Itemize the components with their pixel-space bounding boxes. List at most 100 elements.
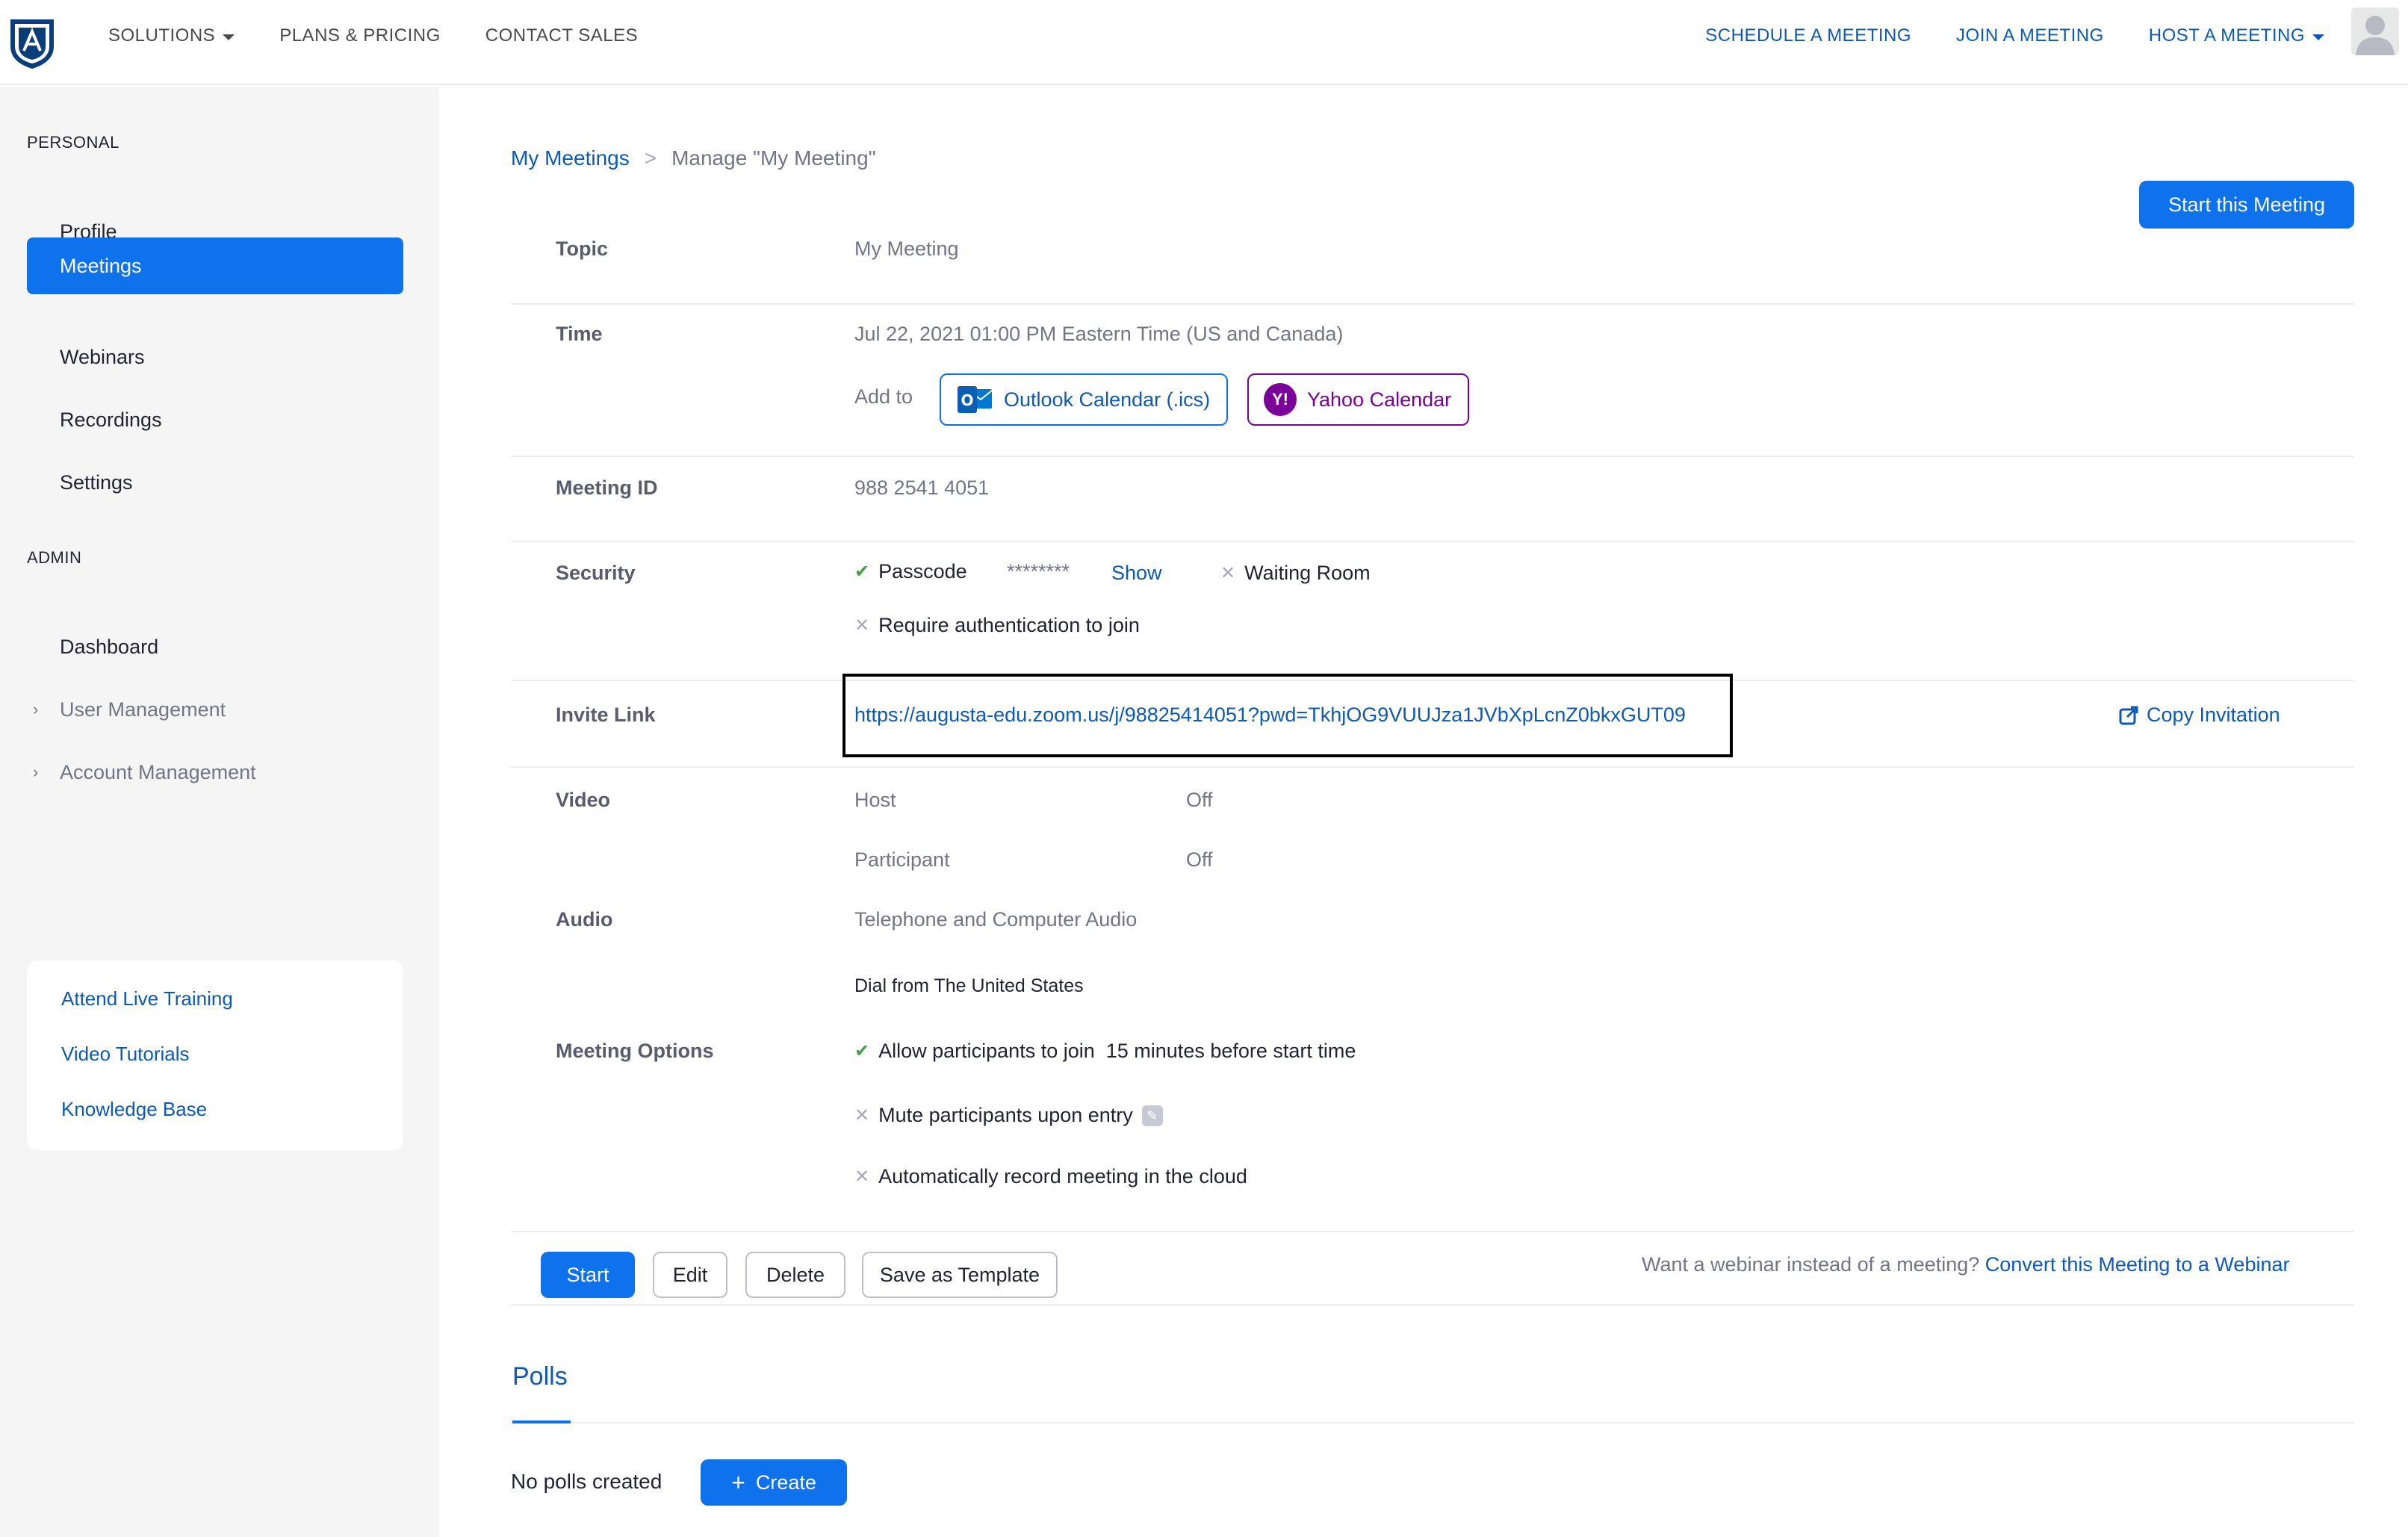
sidebar-item-settings[interactable]: Settings (27, 454, 403, 511)
passcode-mask: ******** (1007, 560, 1070, 583)
chevron-right-icon: › (33, 700, 39, 718)
check-icon: ✔ (854, 1041, 870, 1061)
delete-button[interactable]: Delete (745, 1252, 845, 1298)
divider (511, 303, 2354, 305)
option-join-before-label: Allow participants to join 15 minutes be… (878, 1040, 1356, 1062)
close-icon: ✕ (854, 1105, 870, 1125)
nav-join-meeting[interactable]: JOIN A MEETING (1956, 25, 2104, 46)
svg-text:O: O (961, 391, 973, 409)
link-video-tutorials[interactable]: Video Tutorials (61, 1043, 190, 1066)
sidebar-item-recordings[interactable]: Recordings (27, 391, 403, 448)
sidebar-heading-personal: PERSONAL (27, 133, 120, 152)
sidebar: PERSONAL Profile Meetings Webinars Recor… (0, 87, 439, 1537)
meeting-id-label: Meeting ID (556, 476, 658, 499)
sidebar-item-dashboard[interactable]: Dashboard (27, 618, 403, 675)
breadcrumb: My Meetings > Manage "My Meeting" (511, 146, 876, 170)
copy-invitation-link[interactable]: Copy Invitation (2118, 704, 2280, 727)
nav-contact-sales[interactable]: CONTACT SALES (485, 25, 638, 46)
link-attend-live-training[interactable]: Attend Live Training (61, 987, 233, 1010)
sidebar-item-account-management[interactable]: › Account Management (27, 744, 403, 801)
chevron-right-icon: › (33, 763, 39, 781)
add-to-label: Add to (854, 385, 913, 408)
webinar-hint-text: Want a webinar instead of a meeting? (1642, 1253, 1980, 1276)
edit-button[interactable]: Edit (653, 1252, 727, 1298)
university-logo[interactable] (7, 16, 57, 70)
start-this-meeting-button[interactable]: Start this Meeting (2139, 181, 2354, 229)
topic-value: My Meeting (854, 237, 959, 260)
video-host-value: Off (1186, 789, 1213, 811)
close-icon: ✕ (854, 1167, 870, 1187)
save-as-template-button[interactable]: Save as Template (862, 1252, 1058, 1298)
waiting-room-row: ✕ Waiting Room (1220, 562, 1371, 585)
start-button[interactable]: Start (541, 1252, 635, 1298)
video-label: Video (556, 789, 611, 811)
divider (511, 541, 2354, 542)
tab-bar-line (511, 1422, 2354, 1423)
yahoo-calendar-label: Yahoo Calendar (1307, 388, 1452, 411)
nav-plans-pricing[interactable]: PLANS & PRICING (279, 25, 441, 46)
main-content: My Meetings > Manage "My Meeting" Start … (439, 87, 2408, 1537)
show-passcode-link[interactable]: Show (1111, 562, 1162, 585)
divider (511, 1231, 2354, 1232)
topic-label: Topic (556, 237, 608, 260)
plus-icon: + (731, 1469, 745, 1496)
outlook-calendar-button[interactable]: O Outlook Calendar (.ics) (940, 373, 1229, 426)
breadcrumb-current: Manage "My Meeting" (671, 146, 876, 170)
video-participant-label: Participant (854, 848, 950, 871)
divider (511, 1304, 2354, 1305)
create-poll-button[interactable]: + Create (701, 1459, 847, 1506)
option-mute-on-entry: ✕ Mute participants upon entry ✎ (854, 1104, 1163, 1127)
passcode-label: Passcode (878, 560, 967, 583)
avatar[interactable] (2351, 7, 2399, 55)
external-link-icon (2119, 706, 2138, 724)
passcode-row: ✔ Passcode (854, 560, 967, 583)
option-record-label: Automatically record meeting in the clou… (878, 1165, 1247, 1187)
waiting-room-label: Waiting Room (1244, 562, 1371, 584)
time-label: Time (556, 323, 603, 345)
dial-from-text: Dial from The United States (854, 975, 1084, 996)
sidebar-item-webinars[interactable]: Webinars (27, 329, 403, 385)
webinar-hint: Want a webinar instead of a meeting? Con… (1642, 1253, 2289, 1276)
time-value: Jul 22, 2021 01:00 PM Eastern Time (US a… (854, 323, 1344, 345)
nav-host-meeting[interactable]: HOST A MEETING (2149, 25, 2324, 46)
video-participant-value: Off (1186, 848, 1213, 871)
sidebar-heading-admin: ADMIN (27, 548, 82, 567)
divider (511, 456, 2354, 457)
option-mute-label: Mute participants upon entry (878, 1104, 1133, 1126)
chevron-down-icon (2312, 34, 2324, 40)
nav-solutions[interactable]: SOLUTIONS (108, 25, 235, 46)
require-auth-row: ✕ Require authentication to join (854, 614, 1140, 637)
convert-to-webinar-link[interactable]: Convert this Meeting to a Webinar (1985, 1253, 2290, 1276)
option-auto-record: ✕ Automatically record meeting in the cl… (854, 1165, 1247, 1188)
close-icon: ✕ (1220, 563, 1236, 583)
outlook-icon: O (956, 383, 993, 416)
meeting-id-value: 988 2541 4051 (854, 476, 990, 499)
invite-link-url[interactable]: https://augusta-edu.zoom.us/j/9882541405… (854, 704, 1686, 727)
breadcrumb-my-meetings[interactable]: My Meetings (511, 146, 630, 170)
help-card: Attend Live Training Video Tutorials Kno… (27, 960, 403, 1150)
audio-label: Audio (556, 908, 613, 931)
copy-invitation-label: Copy Invitation (2147, 704, 2280, 726)
require-auth-label: Require authentication to join (878, 614, 1140, 636)
divider (511, 766, 2354, 768)
create-poll-label: Create (755, 1471, 816, 1494)
nav-schedule-meeting[interactable]: SCHEDULE A MEETING (1705, 25, 1911, 46)
top-navbar: SOLUTIONS PLANS & PRICING CONTACT SALES … (0, 0, 2408, 85)
breadcrumb-separator: > (644, 146, 657, 170)
chevron-down-icon (223, 34, 235, 40)
invite-link-label: Invite Link (556, 704, 656, 726)
video-host-label: Host (854, 789, 896, 811)
info-badge-icon: ✎ (1141, 1105, 1163, 1126)
link-knowledge-base[interactable]: Knowledge Base (61, 1098, 207, 1121)
sidebar-item-user-management[interactable]: › User Management (27, 681, 403, 738)
option-join-before-host: ✔ Allow participants to join 15 minutes … (854, 1040, 1356, 1063)
tab-active-indicator (512, 1420, 571, 1423)
tab-polls[interactable]: Polls (512, 1362, 568, 1391)
sidebar-item-meetings[interactable]: Meetings (27, 237, 403, 294)
yahoo-calendar-button[interactable]: Y! Yahoo Calendar (1247, 373, 1470, 426)
no-polls-text: No polls created (511, 1470, 662, 1493)
audio-value: Telephone and Computer Audio (854, 908, 1138, 931)
close-icon: ✕ (854, 615, 870, 636)
check-icon: ✔ (854, 562, 870, 582)
yahoo-icon: Y! (1264, 383, 1297, 416)
